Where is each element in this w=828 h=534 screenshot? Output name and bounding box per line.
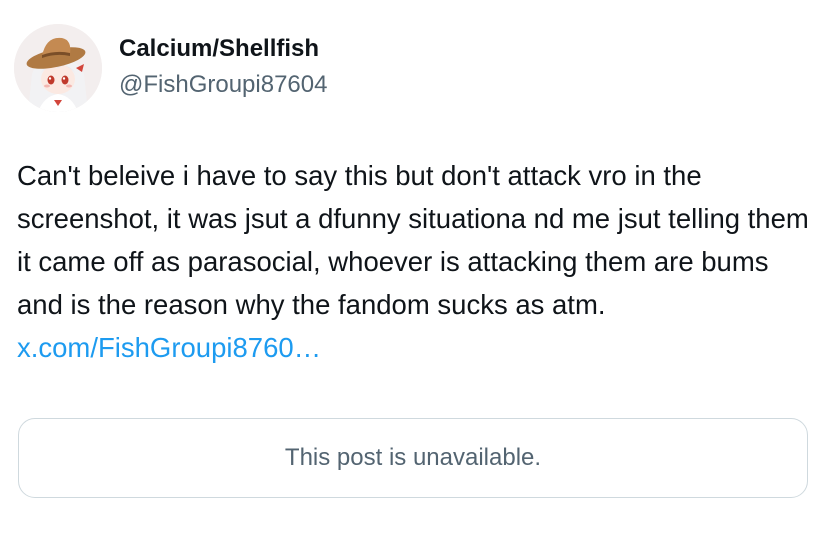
quoted-post-card[interactable]: This post is unavailable.	[18, 418, 808, 498]
tweet-link[interactable]: x.com/FishGroupi8760…	[17, 332, 321, 363]
avatar[interactable]	[14, 24, 102, 112]
author-handle[interactable]: @FishGroupi87604	[119, 71, 327, 99]
unavailable-message: This post is unavailable.	[284, 444, 542, 471]
anime-avatar-icon	[14, 24, 102, 112]
author-display-name[interactable]: Calcium/Shellfish	[119, 35, 319, 63]
tweet-body: Can't beleive i have to say this but don…	[17, 160, 809, 320]
tweet-text: Can't beleive i have to say this but don…	[17, 154, 817, 369]
